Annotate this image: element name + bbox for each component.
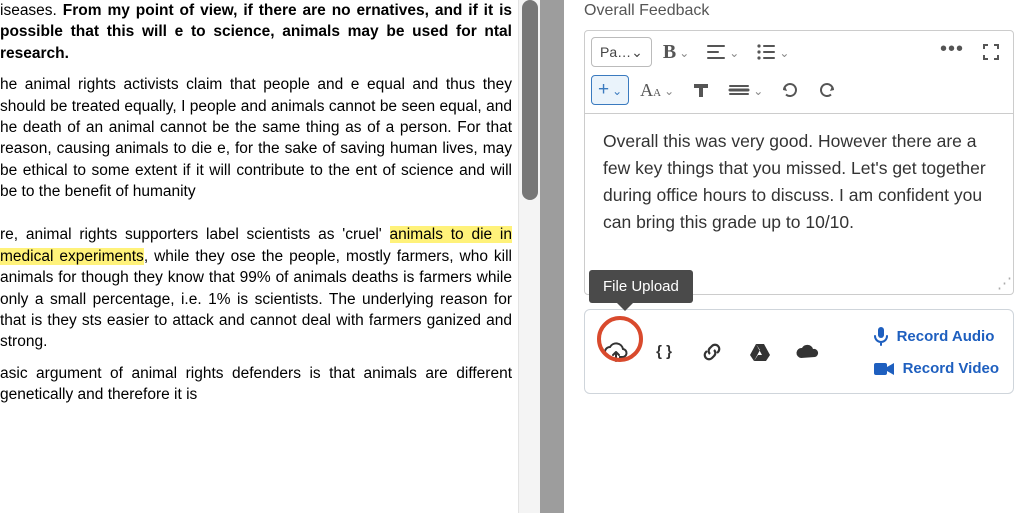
paragraph-style-select[interactable]: Pa… ⌄ <box>591 37 652 67</box>
pane-divider[interactable] <box>540 0 564 513</box>
align-button[interactable]: ⌄ <box>700 37 745 67</box>
undo-button[interactable] <box>774 75 806 105</box>
editor-container: Pa… ⌄ B ⌄ ⌄ ⌄ <box>584 30 1014 295</box>
plus-icon: + <box>598 79 609 101</box>
record-video-label: Record Video <box>903 360 999 377</box>
doc-p2: he animal rights activists claim that pe… <box>0 74 512 202</box>
chevron-down-icon: ⌄ <box>779 46 789 60</box>
onedrive-button[interactable] <box>795 339 821 365</box>
chevron-down-icon: ⌄ <box>679 46 689 60</box>
record-audio-button[interactable]: Record Audio <box>873 326 995 346</box>
undo-icon <box>780 80 800 100</box>
onedrive-icon <box>795 343 821 361</box>
doc-p3a: re, animal rights supporters label scien… <box>0 226 390 243</box>
chevron-down-icon: ⌄ <box>729 46 739 60</box>
chevron-down-icon: ⌄ <box>631 44 643 61</box>
align-icon <box>706 43 726 61</box>
more-button[interactable]: ••• <box>934 37 970 67</box>
font-size-icon: AA <box>640 80 661 101</box>
doc-p1a: iseases. <box>0 2 63 19</box>
list-icon <box>756 43 776 61</box>
dev-icon: { } <box>656 343 672 360</box>
more-icon: ••• <box>940 38 964 61</box>
bold-icon: B <box>663 41 676 64</box>
doc-p4: asic argument of animal rights defenders… <box>0 363 512 406</box>
scrollbar-thumb[interactable] <box>522 0 538 200</box>
link-icon <box>701 341 723 363</box>
redo-icon <box>817 80 837 100</box>
doc-p1-bold: From my point of view, if there are no e… <box>0 2 512 62</box>
fullscreen-button[interactable] <box>975 37 1007 67</box>
feedback-title: Overall Feedback <box>584 2 1014 20</box>
editor-toolbar: Pa… ⌄ B ⌄ ⌄ ⌄ <box>585 31 1013 114</box>
document-body: iseases. From my point of view, if there… <box>0 0 512 405</box>
dev-tools-button[interactable]: { } <box>651 339 677 365</box>
paragraph-style-label: Pa… <box>600 44 631 60</box>
insert-button[interactable]: + ⌄ <box>591 75 629 105</box>
google-drive-button[interactable] <box>747 339 773 365</box>
cloud-upload-icon <box>603 341 629 363</box>
google-drive-icon <box>749 342 771 362</box>
record-video-button[interactable]: Record Video <box>873 360 999 377</box>
font-size-button[interactable]: AA ⌄ <box>634 75 680 105</box>
chevron-down-icon: ⌄ <box>753 84 763 98</box>
feedback-pane: Overall Feedback Pa… ⌄ B ⌄ ⌄ <box>564 0 1024 513</box>
chevron-down-icon: ⌄ <box>612 84 622 98</box>
document-scrollbar[interactable] <box>518 0 540 513</box>
attachment-box: File Upload { } <box>584 309 1014 394</box>
list-button[interactable]: ⌄ <box>750 37 795 67</box>
document-pane: iseases. From my point of view, if there… <box>0 0 540 513</box>
record-audio-label: Record Audio <box>897 328 995 345</box>
chevron-down-icon: ⌄ <box>664 84 674 98</box>
feedback-textarea[interactable]: Overall this was very good. However ther… <box>585 114 1013 294</box>
clear-format-icon <box>691 81 711 99</box>
fullscreen-icon <box>982 43 1000 61</box>
link-button[interactable] <box>699 339 725 365</box>
file-upload-tooltip: File Upload <box>589 270 693 303</box>
hr-icon <box>728 81 750 99</box>
bold-button[interactable]: B ⌄ <box>657 37 695 67</box>
redo-button[interactable] <box>811 75 843 105</box>
video-icon <box>873 361 895 377</box>
hr-button[interactable]: ⌄ <box>722 75 769 105</box>
clear-format-button[interactable] <box>685 75 717 105</box>
file-upload-button[interactable] <box>603 339 629 365</box>
resize-handle[interactable]: ⋰ <box>997 274 1009 292</box>
microphone-icon <box>873 326 889 346</box>
